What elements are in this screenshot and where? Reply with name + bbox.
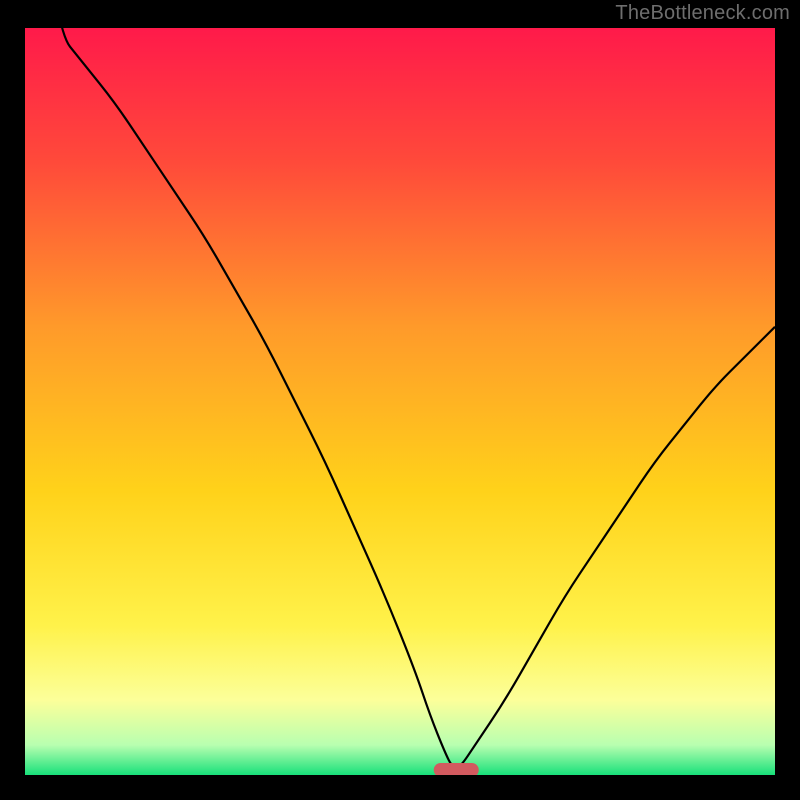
optimum-marker <box>434 763 479 777</box>
frame-edge <box>0 0 25 800</box>
bottleneck-chart <box>0 0 800 800</box>
watermark-text: TheBottleneck.com <box>615 2 790 25</box>
frame-edge <box>0 775 800 800</box>
chart-container: TheBottleneck.com <box>0 0 800 800</box>
frame-edge <box>775 0 800 800</box>
plot-gradient-background <box>25 28 775 775</box>
